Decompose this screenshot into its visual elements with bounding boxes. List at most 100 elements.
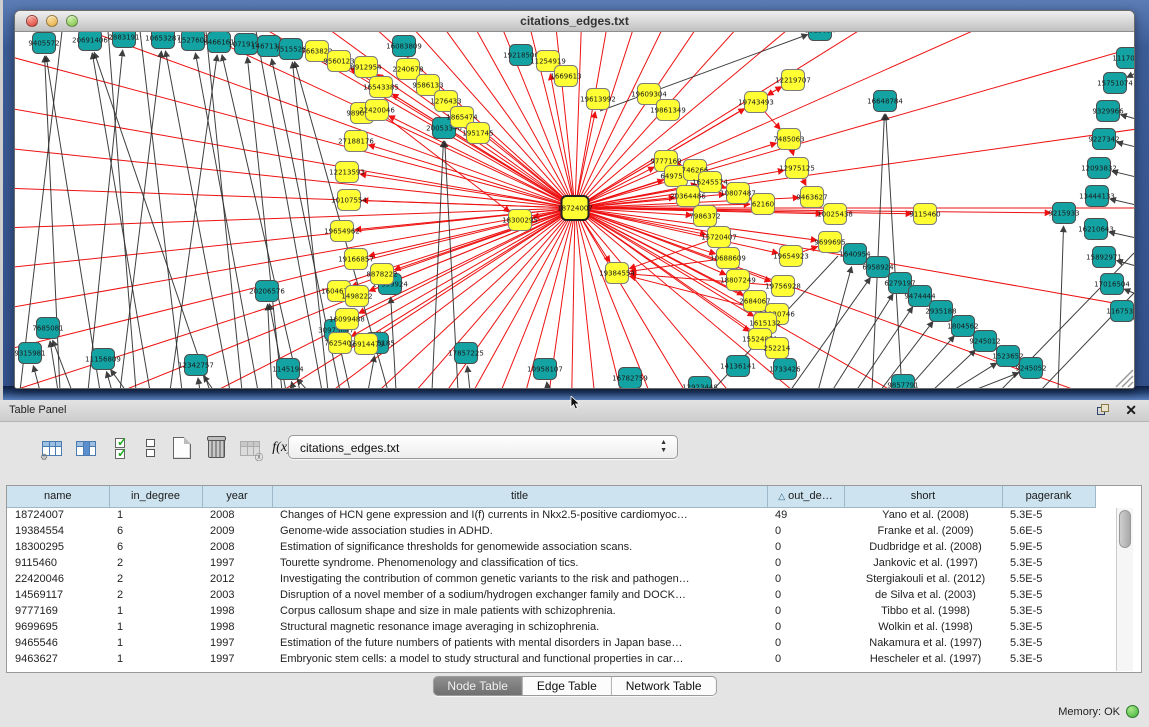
graph-node[interactable]: 1498222 xyxy=(341,286,372,307)
graph-node[interactable]: 16782759 xyxy=(612,368,648,389)
graph-node[interactable]: 9315981 xyxy=(15,343,46,364)
graph-node[interactable]: 19654962 xyxy=(324,221,360,242)
memory-status-icon[interactable] xyxy=(1126,705,1139,718)
column-header-in_degree[interactable]: in_degree xyxy=(109,486,202,507)
graph-node[interactable]: 252214 xyxy=(764,338,791,359)
table-row[interactable]: 2242004622012Investigating the contribut… xyxy=(7,571,1095,587)
column-header-short[interactable]: short xyxy=(844,486,1002,507)
graph-node[interactable]: 9699695 xyxy=(814,232,845,253)
graph-node[interactable]: 7986372 xyxy=(689,206,720,227)
graph-node[interactable]: 1523652 xyxy=(992,346,1023,367)
graph-node[interactable]: 19166857 xyxy=(338,249,374,270)
graph-node[interactable]: 7685081 xyxy=(32,318,63,339)
graph-node[interactable]: 10688609 xyxy=(710,248,746,269)
graph-node[interactable]: 10107554 xyxy=(331,190,367,211)
column-header-name[interactable]: name xyxy=(7,486,109,507)
table-select-dropdown[interactable]: citations_edges.txt ▲▼ xyxy=(288,435,678,459)
graph-node-label: 18300295 xyxy=(502,217,538,225)
graph-node-label: 1951745 xyxy=(462,130,493,138)
graph-node[interactable]: 2883191 xyxy=(108,32,139,48)
graph-node[interactable]: 19613992 xyxy=(580,89,616,110)
graph-node[interactable]: 1669613 xyxy=(550,66,581,87)
graph-node[interactable]: 16210643 xyxy=(1078,219,1114,240)
graph-node[interactable]: 12923448 xyxy=(682,377,718,390)
graph-node[interactable]: 1117063 xyxy=(1112,48,1135,69)
graph-node[interactable]: 18724007 xyxy=(557,196,593,220)
table-row[interactable]: 946554611997Estimation of the future num… xyxy=(7,635,1095,651)
network-view-window: citations_edges.txt 9405572 2069140628831… xyxy=(14,10,1135,389)
graph-node[interactable]: 10025438 xyxy=(817,204,853,225)
graph-node[interactable]: 9857791 xyxy=(887,375,918,390)
tab-network-table[interactable]: Network Table xyxy=(612,677,716,695)
graph-node[interactable]: 9405572 xyxy=(28,33,59,54)
table-scrollbar-thumb[interactable] xyxy=(1119,510,1131,548)
table-settings-icon[interactable]: ⚙ xyxy=(38,434,66,462)
graph-node[interactable]: 8813054 xyxy=(804,32,836,41)
graph-node[interactable]: 16083809 xyxy=(386,36,422,57)
row-checks-icon[interactable] xyxy=(106,434,134,462)
graph-node[interactable]: 1951745 xyxy=(462,123,493,144)
cell-name: 9115460 xyxy=(7,555,109,571)
graph-edge-black xyxy=(467,366,470,389)
delete-table-icon[interactable] xyxy=(202,434,230,462)
graph-edge-black xyxy=(53,340,72,389)
graph-node[interactable]: 62160 xyxy=(752,194,775,215)
graph-node[interactable]: 17016504 xyxy=(1094,274,1130,295)
float-panel-icon[interactable] xyxy=(1097,404,1111,418)
graph-node[interactable]: 12213593 xyxy=(329,162,365,183)
graph-node[interactable]: 10958107 xyxy=(527,359,563,380)
table-row[interactable]: 911546021997Tourette syndrome. Phenomeno… xyxy=(7,555,1095,571)
graph-node[interactable]: 9115460 xyxy=(909,204,940,225)
table-row[interactable]: 1456911722003Disruption of a novel membe… xyxy=(7,587,1095,603)
graph-node-label: 19743493 xyxy=(738,99,774,107)
window-resize-grip[interactable] xyxy=(1116,370,1133,387)
graph-node[interactable]: 13444133 xyxy=(1079,186,1115,207)
graph-node[interactable]: 27188176 xyxy=(338,131,374,152)
graph-node-label: 7986372 xyxy=(689,213,720,221)
graph-node[interactable]: 20206576 xyxy=(249,281,285,302)
new-document-icon[interactable] xyxy=(168,434,196,462)
graph-node[interactable]: 16648784 xyxy=(867,91,903,112)
graph-node[interactable]: 9227342 xyxy=(1088,129,1119,150)
tab-node-table[interactable]: Node Table xyxy=(433,677,523,695)
graph-node[interactable]: 9215933 xyxy=(1048,203,1079,224)
tab-edge-table[interactable]: Edge Table xyxy=(523,677,612,695)
graph-node[interactable]: 12342757 xyxy=(178,355,214,376)
table-row[interactable]: 969969511998Structural magnetic resonanc… xyxy=(7,619,1095,635)
graph-node[interactable]: 15892971 xyxy=(1086,247,1122,268)
graph-node[interactable]: 15720407 xyxy=(701,227,737,248)
graph-node-label: 19756928 xyxy=(765,283,801,291)
graph-node[interactable]: 8912954 xyxy=(350,57,382,78)
table-row[interactable]: 1938455462009Genome-wide association stu… xyxy=(7,523,1095,539)
merge-rows-icon[interactable] xyxy=(136,434,164,462)
column-header-title[interactable]: title xyxy=(272,486,767,507)
table-row[interactable]: 977716911998Corpus callosum shape and si… xyxy=(7,603,1095,619)
graph-node[interactable]: 20691406 xyxy=(72,32,108,51)
graph-node[interactable]: 1167533 xyxy=(1106,301,1135,322)
graph-node[interactable]: 10653287 xyxy=(145,32,181,49)
table-row[interactable]: 946362711997Embryonic stem cells: a mode… xyxy=(7,651,1095,667)
table-row[interactable]: 1830029562008Estimation of significance … xyxy=(7,539,1095,555)
column-header-year[interactable]: year xyxy=(202,486,272,507)
graph-node-label: 20364486 xyxy=(670,193,706,201)
column-header-pagerank[interactable]: pagerank xyxy=(1002,486,1095,507)
graph-node[interactable]: 9245052 xyxy=(1015,358,1046,379)
graph-node[interactable]: 7485063 xyxy=(773,129,804,150)
graph-node[interactable]: 9463627 xyxy=(796,187,827,208)
close-panel-icon[interactable]: ✕ xyxy=(1125,402,1137,419)
graph-node[interactable]: 9329966 xyxy=(1092,101,1124,122)
column-header-out_degree[interactable]: △out_de… xyxy=(767,486,844,507)
table-scrollbar[interactable] xyxy=(1116,508,1133,671)
graph-node[interactable]: 1145194 xyxy=(272,359,304,380)
select-columns-icon[interactable] xyxy=(72,434,100,462)
graph-node[interactable]: 8878222 xyxy=(366,264,397,285)
graph-node[interactable]: 9245012 xyxy=(969,331,1000,352)
citation-network-graph[interactable]: 9405572206914062883191106532871527602646… xyxy=(15,32,1135,389)
graph-node[interactable]: 15751074 xyxy=(1097,73,1133,94)
graph-node[interactable]: 12093832 xyxy=(1081,158,1117,179)
network-canvas[interactable]: 9405572206914062883191106532871527602646… xyxy=(15,32,1134,388)
table-row[interactable]: 1872400712008Changes of HCN gene express… xyxy=(7,507,1095,523)
graph-node[interactable]: 1733426 xyxy=(769,359,801,380)
graph-node[interactable]: 14136141 xyxy=(720,356,756,377)
window-titlebar[interactable]: citations_edges.txt xyxy=(15,11,1134,32)
